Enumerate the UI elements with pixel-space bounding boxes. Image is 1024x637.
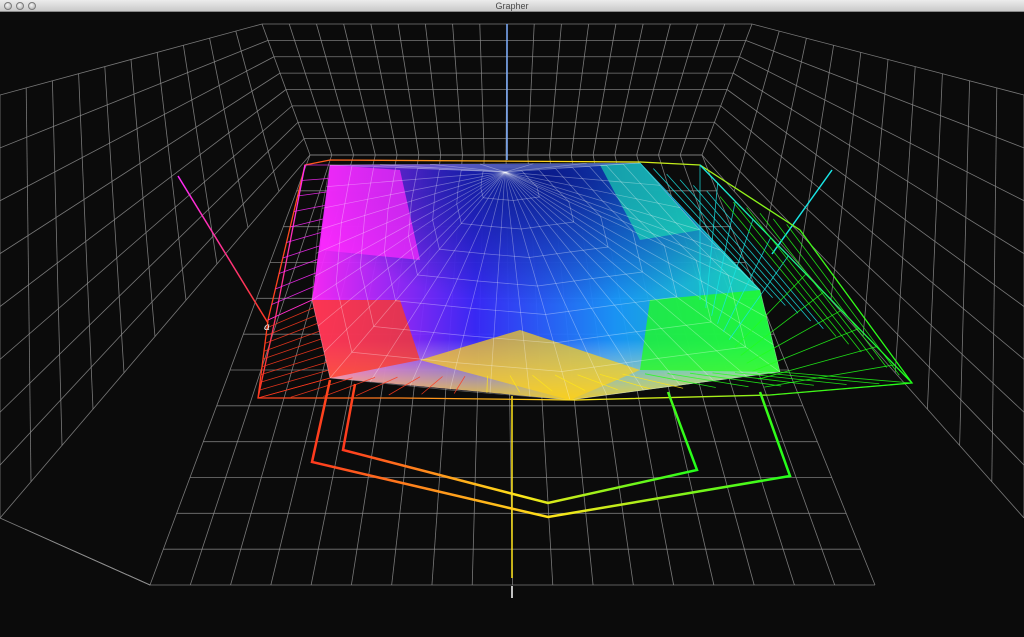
wireframe-line [769,382,913,396]
grid-line [235,30,280,192]
grid-line [959,80,970,446]
wireframe-line [258,369,329,391]
axis-label: a [264,322,270,333]
grid-line [104,66,125,373]
surface-mesh-line [417,167,493,169]
grid-line [991,87,998,482]
grid-line [156,52,187,301]
grid-line [798,45,834,264]
grid-line [894,66,916,373]
magenta-axis [177,175,269,324]
wireframe-line [799,229,913,384]
grid-line [830,52,862,301]
wireframe-line [773,218,887,368]
grapher-window: Grapher a [0,0,1024,637]
wireframe-line [261,346,323,368]
grid-line [766,38,807,228]
wireframe-line [262,338,322,360]
grid-line [862,59,889,337]
gamut-surface [311,162,781,401]
wireframe-line [260,354,325,375]
grid-line [130,59,156,337]
grid-line [25,87,32,482]
surface-mesh-line [492,167,573,169]
wireframe-line [293,205,325,212]
grid-line [209,38,249,228]
wireframe-line [759,213,875,360]
wireframe-line [275,272,316,290]
grid-line [78,73,94,410]
wireframe-line [290,218,323,228]
wireframe-line [297,191,327,197]
grid-line [927,73,943,410]
grid-line [124,573,151,586]
window-title: Grapher [495,1,529,11]
3d-plot-canvas[interactable]: a [0,12,1024,637]
wireframe-line [757,371,880,385]
projection-outline [310,379,792,519]
grid-line [733,30,780,192]
grid-line [52,80,63,446]
wireframe-line [301,178,329,181]
title-bar[interactable]: Grapher [0,0,1024,12]
wireframe-line [786,224,900,376]
